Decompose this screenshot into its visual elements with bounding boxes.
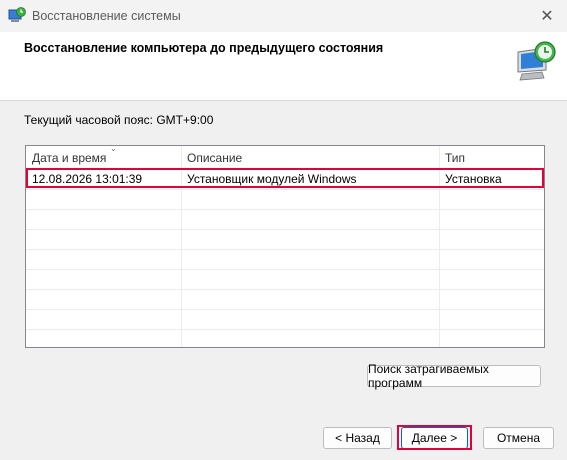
row-divider	[26, 209, 544, 210]
page-title: Восстановление компьютера до предыдущего…	[24, 41, 384, 55]
next-button[interactable]: Далее >	[401, 427, 468, 449]
wizard-header: Восстановление компьютера до предыдущего…	[0, 32, 567, 101]
row-divider	[26, 269, 544, 270]
back-button[interactable]: < Назад	[323, 427, 392, 449]
sort-chevron-icon: ⌄	[110, 144, 117, 153]
title-bar: Восстановление системы ✕	[0, 0, 567, 32]
scan-affected-programs-button[interactable]: Поиск затрагиваемых программ	[367, 362, 541, 390]
restore-points-table: Дата и время ⌄ Описание Тип 12.08.2026 1…	[25, 144, 545, 348]
row-divider	[26, 249, 544, 250]
table-header: Дата и время ⌄ Описание Тип	[26, 144, 544, 169]
column-header-description[interactable]: Описание	[187, 151, 242, 165]
row-divider	[26, 329, 544, 330]
row-divider	[26, 189, 544, 190]
cancel-button[interactable]: Отмена	[483, 427, 554, 449]
window-title: Восстановление системы	[32, 9, 181, 23]
cell-date: 12.08.2026 13:01:39	[32, 172, 143, 186]
column-header-date[interactable]: Дата и время	[32, 151, 106, 165]
close-icon[interactable]: ✕	[527, 0, 567, 32]
system-restore-logo-icon	[517, 41, 556, 81]
timezone-label: Текущий часовой пояс: GMT+9:00	[24, 113, 214, 127]
cell-description: Установщик модулей Windows	[187, 172, 357, 186]
row-divider	[26, 289, 544, 290]
system-restore-icon	[8, 7, 26, 22]
row-divider	[26, 229, 544, 230]
row-divider	[26, 309, 544, 310]
cell-type: Установка	[445, 172, 502, 186]
table-row[interactable]: 12.08.2026 13:01:39 Установщик модулей W…	[26, 169, 544, 189]
column-header-type[interactable]: Тип	[445, 151, 465, 165]
